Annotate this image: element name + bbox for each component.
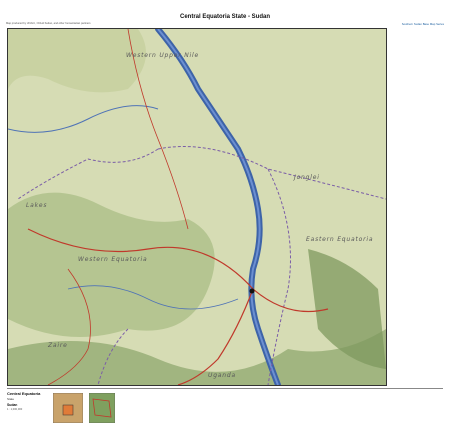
map-canvas[interactable]: Western Upper Nile Jonglei Lakes Western… (7, 28, 387, 386)
legend-subtitle: State (7, 397, 15, 401)
city-marker[interactable] (249, 288, 255, 294)
inset-map (53, 393, 83, 423)
label-eastern-equatoria: Eastern Equatoria (306, 236, 373, 243)
series-note: Southern Sudan Base Map Series (401, 22, 444, 26)
map-title: Central Equatoria State - Sudan (179, 14, 270, 20)
map-svg: Western Upper Nile Jonglei Lakes Western… (8, 29, 386, 385)
label-uganda: Uganda (208, 372, 236, 379)
legend-title: Central Equatoria (7, 391, 41, 396)
label-western-equatoria: Western Equatoria (78, 256, 147, 263)
label-lakes: Lakes (26, 202, 47, 209)
legend-place: Sudan (7, 403, 18, 407)
header-note: Map produced by UNJLC, OCHA Sudan, and o… (6, 22, 91, 25)
map-legend: Central Equatoria State Sudan 1 : 1,000,… (7, 388, 443, 428)
legend-scale: 1 : 1,000,000 (7, 408, 23, 411)
label-jonglei: Jonglei (293, 174, 320, 181)
label-zaire: Zaire (47, 342, 68, 349)
label-western-upper-nile: Western Upper Nile (126, 52, 199, 59)
inset-map-detail (89, 393, 115, 423)
map-sheet: Central Equatoria State - Sudan Map prod… (4, 6, 446, 430)
